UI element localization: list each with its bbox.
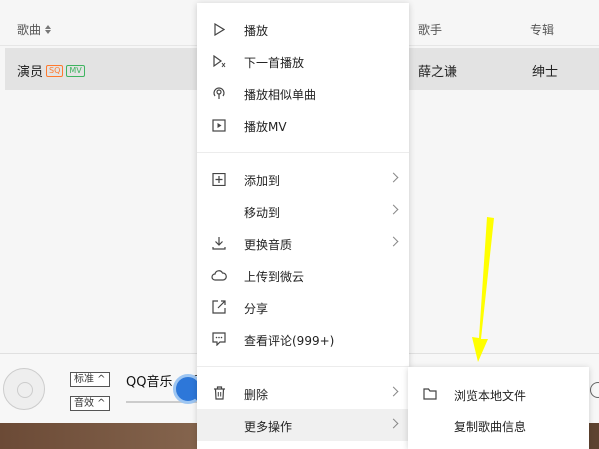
submenu-item-label: 浏览本地文件 bbox=[454, 389, 527, 403]
more-icon[interactable] bbox=[590, 382, 599, 398]
play-icon bbox=[211, 22, 227, 36]
more-actions-submenu: 浏览本地文件 复制歌曲信息 bbox=[408, 367, 589, 449]
menu-item-label: 移动到 bbox=[244, 206, 281, 220]
context-menu: 播放 下一首播放 播放相似单曲 播放MV 添加到 移动到 更换音质 上传到微云 … bbox=[197, 3, 409, 449]
quality-button[interactable]: 标准 ^ bbox=[70, 372, 110, 387]
menu-item-play-mv[interactable]: 播放MV bbox=[197, 109, 409, 141]
menu-item-move-to[interactable]: 移动到 bbox=[197, 195, 409, 227]
submenu-item-browse-local[interactable]: 浏览本地文件 bbox=[408, 380, 589, 408]
mv-badge[interactable]: MV bbox=[66, 64, 85, 77]
trash-icon bbox=[211, 386, 227, 400]
song-title: 演员 bbox=[17, 65, 44, 80]
play-next-icon bbox=[211, 54, 227, 68]
quality-label: 标准 bbox=[74, 374, 94, 385]
chevron-right-icon bbox=[388, 204, 399, 215]
menu-item-play-next[interactable]: 下一首播放 bbox=[197, 45, 409, 77]
submenu-item-label: 复制歌曲信息 bbox=[454, 420, 527, 434]
download-icon bbox=[211, 236, 227, 250]
folder-icon bbox=[423, 388, 437, 400]
chevron-right-icon bbox=[388, 236, 399, 247]
menu-item-label: 上传到微云 bbox=[244, 270, 305, 284]
menu-item-change-quality[interactable]: 更换音质 bbox=[197, 227, 409, 259]
menu-item-label: 更换音质 bbox=[244, 238, 293, 252]
song-album[interactable]: 绅士 bbox=[532, 61, 558, 80]
share-icon bbox=[211, 300, 227, 314]
submenu-item-copy-info[interactable]: 复制歌曲信息 bbox=[408, 411, 589, 439]
sq-badge: SQ bbox=[46, 64, 64, 77]
mv-icon bbox=[211, 118, 227, 132]
album-disc-icon[interactable] bbox=[3, 368, 45, 410]
column-header-singer[interactable]: 歌手 bbox=[418, 21, 442, 38]
menu-item-delete[interactable]: 删除 bbox=[197, 377, 409, 409]
menu-item-label: 播放MV bbox=[244, 120, 287, 134]
menu-item-label: 添加到 bbox=[244, 174, 281, 188]
menu-item-label: 查看评论(999+) bbox=[244, 334, 335, 348]
column-header-song-label: 歌曲 bbox=[17, 23, 42, 37]
menu-item-play-similar[interactable]: 播放相似单曲 bbox=[197, 77, 409, 109]
menu-separator bbox=[197, 152, 409, 153]
column-header-song[interactable]: 歌曲 bbox=[17, 21, 52, 38]
song-title-cell: 演员 SQ MV bbox=[17, 61, 85, 80]
comment-icon bbox=[211, 332, 227, 346]
song-singer[interactable]: 薛之谦 bbox=[418, 61, 457, 80]
menu-item-label: 删除 bbox=[244, 388, 269, 402]
menu-item-view-comments[interactable]: 查看评论(999+) bbox=[197, 323, 409, 355]
menu-item-label: 更多操作 bbox=[244, 420, 293, 434]
sort-icon[interactable] bbox=[45, 25, 52, 34]
menu-item-label: 分享 bbox=[244, 302, 269, 316]
chevron-right-icon bbox=[388, 386, 399, 397]
cloud-icon bbox=[211, 268, 227, 282]
menu-item-upload-weiyun[interactable]: 上传到微云 bbox=[197, 259, 409, 291]
chevron-right-icon bbox=[388, 418, 399, 429]
menu-item-play[interactable]: 播放 bbox=[197, 13, 409, 45]
effect-button[interactable]: 音效 ^ bbox=[70, 396, 110, 411]
menu-item-add-to[interactable]: 添加到 bbox=[197, 163, 409, 195]
column-header-album[interactable]: 专辑 bbox=[530, 21, 554, 38]
menu-item-label: 下一首播放 bbox=[244, 56, 305, 70]
menu-separator bbox=[197, 366, 409, 367]
menu-item-share[interactable]: 分享 bbox=[197, 291, 409, 323]
effect-label: 音效 bbox=[74, 398, 94, 409]
menu-item-more-actions[interactable]: 更多操作 bbox=[197, 409, 409, 441]
add-icon bbox=[211, 172, 227, 186]
menu-item-label: 播放相似单曲 bbox=[244, 88, 317, 102]
radio-icon bbox=[211, 86, 227, 100]
menu-item-label: 播放 bbox=[244, 24, 269, 38]
chevron-right-icon bbox=[388, 172, 399, 183]
